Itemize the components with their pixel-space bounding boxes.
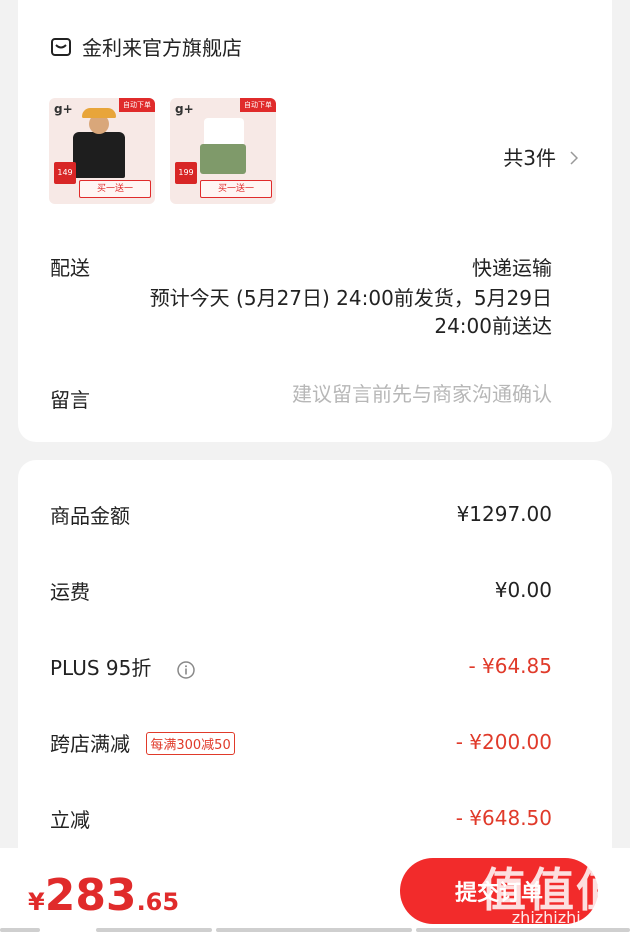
goods-amount-label: 商品金额 — [50, 504, 130, 528]
total-currency: ¥ — [28, 888, 45, 916]
cross-store-row: 跨店满减 每满300减50 - ¥200.00 — [18, 724, 612, 764]
cross-store-label: 跨店满减 — [50, 732, 130, 756]
brand-logo: g+ — [54, 102, 73, 116]
delivery-label: 配送 — [50, 256, 90, 280]
item-count-link[interactable]: 共3件 — [503, 142, 579, 171]
product-tag: 自动下单 — [240, 98, 276, 112]
plus-discount-value: - ¥64.85 — [468, 654, 552, 678]
shipping-label: 运费 — [50, 580, 90, 604]
plus-discount-label-wrap: PLUS 95折 — [50, 652, 196, 681]
remark-input[interactable] — [232, 382, 552, 406]
home-indicator — [416, 928, 630, 932]
goods-amount-value: ¥1297.00 — [456, 502, 552, 526]
instant-discount-value: - ¥648.50 — [455, 806, 552, 830]
cross-store-value: - ¥200.00 — [455, 730, 552, 754]
delivery-estimate: 预计今天 (5月27日) 24:00前发货，5月29日24:00前送达 — [149, 286, 552, 338]
store-icon — [50, 36, 72, 58]
product-thumbnail[interactable]: g+ 自动下单 149 买一送一 — [49, 98, 155, 204]
product-tag: 自动下单 — [119, 98, 155, 112]
product-image-shirt — [73, 132, 125, 178]
product-image-hat — [82, 108, 116, 118]
submit-order-button[interactable]: 提交订单 — [400, 858, 598, 924]
store-header[interactable]: 金利来官方旗舰店 — [50, 32, 242, 61]
shipping-row: 运费 ¥0.00 — [18, 572, 612, 612]
total-integer: 283 — [44, 870, 137, 921]
instant-discount-label: 立减 — [50, 808, 90, 832]
product-price-badge: 149 — [54, 162, 76, 184]
product-thumbnail[interactable]: g+ 自动下单 199 买一送一 — [170, 98, 276, 204]
plus-discount-label: PLUS 95折 — [50, 656, 152, 680]
item-count[interactable]: 共3件 — [503, 142, 556, 171]
cross-store-label-wrap: 跨店满减 每满300减50 — [50, 728, 235, 757]
store-card: 金利来官方旗舰店 g+ 自动下单 149 买一送一 g+ 自动下单 199 买一… — [18, 0, 612, 442]
delivery-method[interactable]: 快递运输 — [472, 252, 552, 281]
home-indicator — [96, 928, 212, 932]
total-decimal: .65 — [136, 888, 180, 916]
remark-label: 留言 — [50, 388, 90, 412]
home-indicator — [0, 928, 40, 932]
shipping-value: ¥0.00 — [494, 578, 552, 602]
goods-amount-row: 商品金额 ¥1297.00 — [18, 496, 612, 536]
instant-discount-row: 立减 - ¥648.50 — [18, 800, 612, 840]
product-banner: 买一送一 — [200, 180, 272, 198]
product-banner: 买一送一 — [79, 180, 151, 198]
checkout-bar: ¥283.65 提交订单 值值值 zhizhizhi.com — [0, 848, 630, 934]
product-price-badge: 199 — [175, 162, 197, 184]
promo-badge: 每满300减50 — [146, 732, 235, 755]
price-details-card: 商品金额 ¥1297.00 运费 ¥0.00 PLUS 95折 - ¥64.85… — [18, 460, 612, 880]
chevron-right-icon[interactable] — [570, 150, 579, 165]
store-name[interactable]: 金利来官方旗舰店 — [82, 32, 242, 61]
order-total: ¥283.65 — [28, 870, 179, 921]
product-image-shorts — [200, 144, 246, 174]
brand-logo: g+ — [175, 102, 194, 116]
home-indicator — [216, 928, 412, 932]
plus-discount-row: PLUS 95折 - ¥64.85 — [18, 648, 612, 688]
info-icon[interactable] — [176, 660, 196, 680]
